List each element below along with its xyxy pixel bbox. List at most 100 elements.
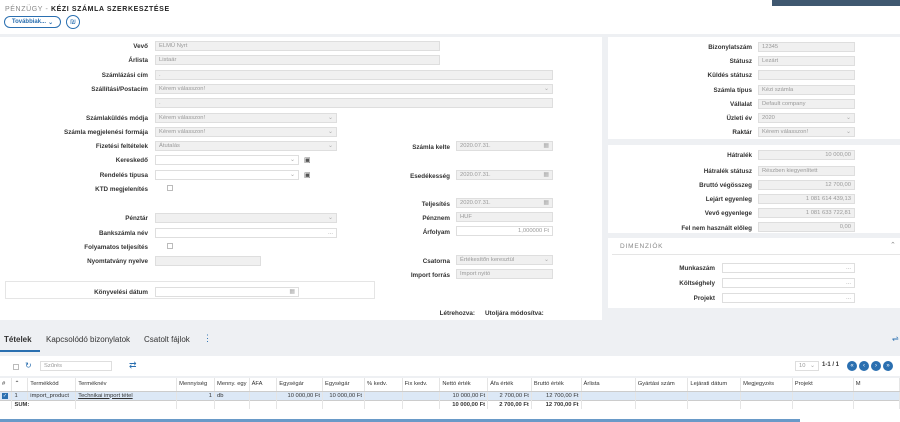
- nyomtatvany-select[interactable]: [155, 256, 261, 266]
- filter-input[interactable]: Szűrés: [40, 361, 112, 371]
- szallitasi-cim-field-2[interactable]: .: [155, 98, 553, 108]
- arlista-field[interactable]: Listaár: [155, 55, 440, 65]
- col-header[interactable]: Termékkód: [27, 378, 77, 392]
- penznem-field[interactable]: HUF: [456, 212, 553, 222]
- fizetesi-feltetelek-select[interactable]: Átutalás ⌄: [155, 141, 337, 151]
- konyvelesi-date-field[interactable]: ▦: [155, 287, 299, 297]
- teljesites-field[interactable]: 2020.07.31. ▦: [456, 198, 553, 208]
- megjelenesi-forma-select[interactable]: Kérem válasszon! ⌄: [155, 127, 337, 137]
- arfolyam-field[interactable]: 1,000000 Ft: [456, 226, 553, 236]
- col-header[interactable]: Gyártási szám: [635, 378, 689, 392]
- chevron-down-icon: ⌄: [845, 115, 851, 121]
- first-page-icon[interactable]: «: [847, 361, 857, 371]
- bankszamla-field[interactable]: ...: [155, 228, 337, 238]
- esedekesseg-value: 2020.07.31.: [460, 172, 491, 178]
- more-icon[interactable]: ...: [328, 229, 333, 237]
- page-size-select[interactable]: 10 ⌄: [795, 361, 819, 371]
- calendar-icon: ▦: [543, 200, 549, 206]
- statusz-field[interactable]: Lezárt: [758, 56, 855, 66]
- esedekesseg-label: Esedékesség: [410, 173, 450, 180]
- bizonylatszam-field[interactable]: 12345: [758, 42, 855, 52]
- vallalat-field[interactable]: Default company: [758, 99, 855, 109]
- import-forras-value: Import nyitó: [460, 271, 491, 277]
- sort-icon[interactable]: ⌃: [11, 378, 29, 392]
- col-header[interactable]: Mennyiség: [176, 378, 216, 392]
- refresh-icon[interactable]: ↻: [25, 361, 32, 370]
- chevron-down-icon: ⌄: [327, 129, 333, 135]
- ktd-checkbox[interactable]: [167, 185, 173, 191]
- more-icon[interactable]: ...: [846, 264, 851, 272]
- teljesites-value: 2020.07.31.: [460, 200, 491, 206]
- save-icon[interactable]: ▣: [304, 171, 311, 179]
- col-header[interactable]: Megjegyzés: [740, 378, 793, 392]
- col-header[interactable]: Nettó érték: [439, 378, 489, 392]
- more-icon[interactable]: ...: [846, 279, 851, 287]
- raktar-select[interactable]: Kérem válasszon! ⌄: [758, 127, 855, 137]
- fizetesi-feltetelek-label: Fizetési feltételek: [95, 143, 148, 150]
- kuldes-modja-select[interactable]: Kérem válasszon! ⌄: [155, 113, 337, 123]
- filter-toggle-icon[interactable]: ⇄: [129, 360, 137, 371]
- col-header[interactable]: ÁFA: [249, 378, 278, 392]
- col-header[interactable]: % kedv.: [364, 378, 403, 392]
- szamla-kelte-field[interactable]: 2020.07.31. ▦: [456, 141, 553, 151]
- kereskedo-select[interactable]: ⌄: [155, 155, 299, 165]
- sum-afa: 2 700,00 Ft: [487, 399, 532, 409]
- arlista-value: Listaár: [159, 57, 177, 63]
- munkaszam-field[interactable]: ...: [722, 263, 855, 273]
- more-icon[interactable]: ...: [846, 294, 851, 302]
- col-header[interactable]: Egységár: [322, 378, 365, 392]
- select-all-checkbox[interactable]: [13, 364, 19, 370]
- fel-nem-field: 0,00: [758, 222, 855, 232]
- vevo-field[interactable]: ELMŰ Nyrt: [155, 41, 440, 51]
- folyamatos-checkbox[interactable]: [167, 243, 173, 249]
- swap-icon[interactable]: ⇌: [892, 334, 899, 343]
- checkbox-checked-icon[interactable]: ✓: [2, 392, 8, 399]
- user-area[interactable]: [772, 0, 900, 6]
- col-header[interactable]: Menny. egy: [214, 378, 250, 392]
- next-page-icon[interactable]: ›: [871, 361, 881, 371]
- vallalat-label: Vállalat: [729, 101, 752, 108]
- row-checkbox-cell[interactable]: ✓: [0, 391, 13, 400]
- save-icon[interactable]: ▣: [304, 156, 311, 164]
- csatorna-select[interactable]: Értékesítőn keresztül ⌄: [456, 255, 553, 265]
- projekt-field[interactable]: ...: [722, 293, 855, 303]
- col-header[interactable]: Árlista: [581, 378, 636, 392]
- kuldes-statusz-field[interactable]: [758, 70, 855, 80]
- tab-kapcsolodo-bizonylatok[interactable]: Kapcsolódó bizonylatok: [46, 335, 130, 344]
- uzleti-ev-select[interactable]: 2020 ⌄: [758, 113, 855, 123]
- prev-page-icon[interactable]: ‹: [859, 361, 869, 371]
- col-header[interactable]: Bruttó érték: [531, 378, 582, 392]
- tab-tetelek[interactable]: Tételek: [4, 335, 32, 344]
- calendar-icon[interactable]: ▦: [289, 288, 295, 296]
- szamla-tipus-field[interactable]: Kézi számla: [758, 85, 855, 95]
- col-header[interactable]: Egységár: [276, 378, 324, 392]
- modositva-label: Utoljára módosítva:: [485, 310, 544, 317]
- col-header[interactable]: Projekt: [792, 378, 854, 392]
- col-header[interactable]: Lejárati dátum: [687, 378, 742, 392]
- col-header[interactable]: M: [853, 378, 900, 392]
- tab-csatolt-fajlok[interactable]: Csatolt fájlok: [144, 335, 190, 344]
- collapse-icon[interactable]: ⌃: [890, 241, 896, 249]
- calendar-icon: ▦: [543, 172, 549, 178]
- table-row[interactable]: ✓ 1 import_product Technikai import téte…: [0, 391, 900, 400]
- table-cell: [249, 399, 278, 409]
- penztar-select[interactable]: ⌄: [155, 213, 337, 223]
- more-vertical-icon[interactable]: ⋮: [203, 333, 212, 344]
- invoice-icon-button[interactable]: ₪: [66, 15, 80, 29]
- last-page-icon[interactable]: »: [883, 361, 893, 371]
- szamla-tipus-value: Kézi számla: [762, 87, 794, 93]
- szallitasi-cim-select[interactable]: Kérem válasszon! ⌄: [155, 84, 553, 94]
- col-header[interactable]: Terméknév: [75, 378, 178, 392]
- table-cell[interactable]: Technikai import tétel: [75, 391, 178, 400]
- rendeles-tipusa-select[interactable]: ⌄: [155, 170, 299, 180]
- col-header[interactable]: Áfa érték: [487, 378, 532, 392]
- esedekesseg-field[interactable]: 2020.07.31. ▦: [456, 170, 553, 180]
- table-cell: 1: [11, 391, 29, 400]
- breadcrumb-section[interactable]: PÉNZÜGY: [5, 6, 43, 13]
- koltseghely-field[interactable]: ...: [722, 278, 855, 288]
- szamlazasi-cim-field[interactable]: .: [155, 70, 553, 80]
- import-forras-field[interactable]: Import nyitó: [456, 269, 553, 279]
- table-cell: [322, 399, 365, 409]
- col-header[interactable]: Fix kedv.: [402, 378, 441, 392]
- more-actions-button[interactable]: Továbbiak... ⌄: [4, 16, 61, 28]
